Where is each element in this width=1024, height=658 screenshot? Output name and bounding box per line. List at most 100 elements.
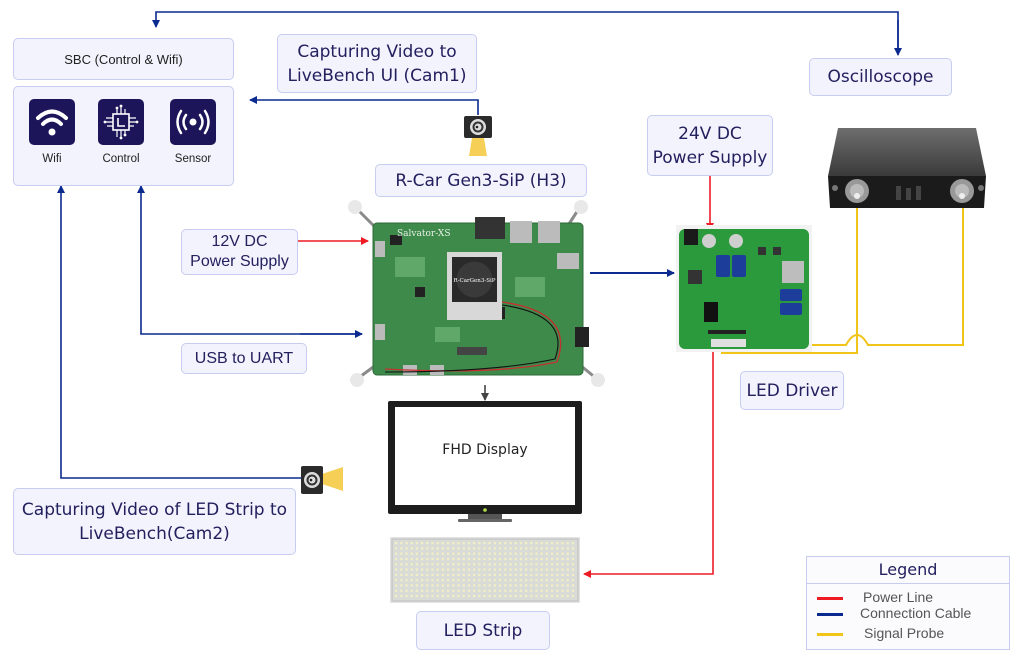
led-dot [436,584,439,587]
led-dot [395,579,398,582]
led-dot [535,584,538,587]
led-dot [426,557,429,561]
led-dot [535,568,538,571]
fhd-display: FHD Display [388,401,582,523]
led-dot [410,542,413,545]
led-dot [561,589,564,592]
led-dot [488,563,491,566]
led-dot [421,542,424,545]
led-dot [447,547,450,550]
led-dot [493,573,496,576]
led-dot [556,547,559,550]
led-dot [566,579,569,582]
led-dot [504,579,507,582]
led-dot [535,547,538,550]
led-dot [421,584,424,587]
led-dot [556,573,559,576]
led-dot [421,552,424,555]
led-dot [545,573,548,576]
led-dot [561,568,564,571]
led-dot [478,547,481,550]
led-dot [447,589,450,592]
led-dot [467,595,470,598]
led-dot [514,573,517,576]
led-dot [462,584,465,587]
led-dot [540,563,543,566]
led-dot [509,557,512,561]
led-dot [556,595,559,598]
led-dot [561,557,564,561]
led-dot [447,563,450,566]
led-dot [488,573,491,576]
led-dot [551,547,554,550]
led-dot [535,573,538,576]
led-dot [405,547,408,550]
led-dot [509,589,512,592]
led-dot [431,568,434,571]
led-dot [400,589,403,592]
led-dot [457,568,460,571]
led-dot [530,573,533,576]
oscilloscope-image [826,126,988,210]
led-dot [571,595,574,598]
legend-item-signal-probe: Signal Probe [807,625,1011,643]
led-dot [561,542,564,545]
led-dot [540,552,543,555]
led-dot [514,557,517,561]
led-dot [400,552,403,555]
led-dot [530,557,533,561]
led-dot [488,579,491,582]
led-dot [519,563,522,566]
led-dot [467,573,470,576]
led-dot [545,547,548,550]
cam2-label: Capturing Video of LED Strip to LiveBenc… [13,488,296,555]
led-dot [493,595,496,598]
led-dot [561,547,564,550]
led-dot [509,579,512,582]
led-dot [436,552,439,555]
led-strip-image [390,537,580,603]
led-dot [478,552,481,555]
led-dot [545,589,548,592]
led-dot [525,579,528,582]
oscilloscope-label: Oscilloscope [809,58,952,96]
cable-sbc-oscilloscope [152,11,899,52]
led-dot [566,552,569,555]
led-dot [473,552,476,555]
led-dot [457,547,460,550]
led-dot [462,542,465,545]
led-dot [566,542,569,545]
led-dot [400,547,403,550]
led-dot [514,547,517,550]
led-dot [441,584,444,587]
led-dot [535,589,538,592]
led-dot [415,557,418,561]
led-dot [452,542,455,545]
led-dot [530,547,533,550]
led-dot [530,579,533,582]
led-dot [457,542,460,545]
led-dot [488,584,491,587]
led-dot [499,573,502,576]
led-dot [545,557,548,561]
led-dot [431,552,434,555]
led-dot [467,542,470,545]
led-strip-label: LED Strip [416,611,550,650]
led-dot [395,557,398,561]
led-dot [473,589,476,592]
led-dot [509,573,512,576]
led-dot [566,568,569,571]
led-dot [410,557,413,561]
led-dot [478,579,481,582]
led-dot [493,579,496,582]
led-dot [525,552,528,555]
led-dot [457,595,460,598]
led-dot [556,589,559,592]
led-dot [395,547,398,550]
led-dot [540,589,543,592]
led-dot [514,552,517,555]
led-dot [400,557,403,561]
led-dot [467,584,470,587]
led-dot [483,552,486,555]
led-dot [441,568,444,571]
